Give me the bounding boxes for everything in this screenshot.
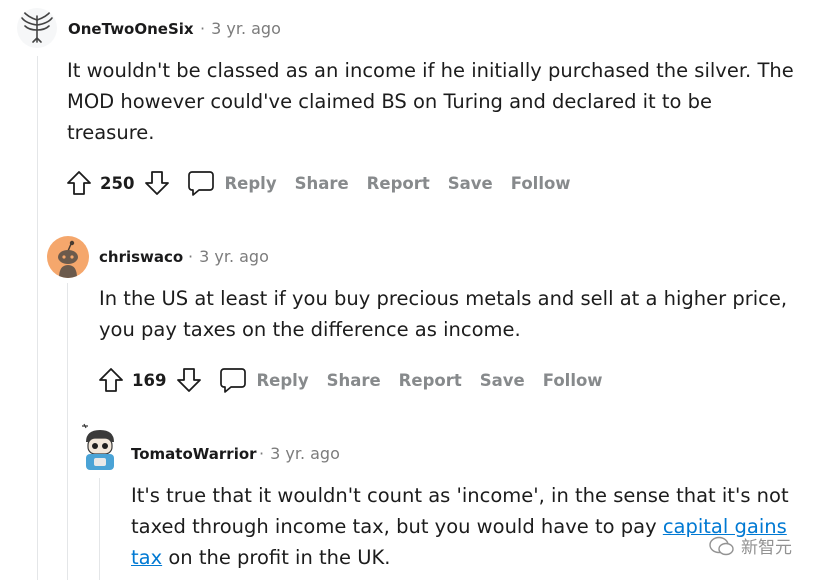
upvote-icon[interactable]	[96, 365, 126, 395]
comment-actions: 250 Reply Share Report Save Follow	[64, 166, 571, 200]
thread-line[interactable]	[99, 478, 100, 580]
report-button[interactable]: Report	[367, 174, 430, 193]
watermark: 新智元	[709, 533, 792, 558]
downvote-icon[interactable]	[174, 365, 204, 395]
follow-button[interactable]: Follow	[543, 371, 603, 390]
capital-gains-tax-link[interactable]: tax	[131, 546, 162, 569]
comment-body: It's true that it wouldn't count as 'inc…	[131, 484, 789, 569]
save-button[interactable]: Save	[480, 371, 525, 390]
report-button[interactable]: Report	[399, 371, 462, 390]
comment-timestamp[interactable]: 3 yr. ago	[199, 247, 269, 266]
comment-author[interactable]: TomatoWarrior	[131, 445, 257, 463]
comment-actions: 169 Reply Share Report Save Follow	[96, 363, 603, 397]
share-button[interactable]: Share	[295, 174, 349, 193]
save-button[interactable]: Save	[448, 174, 493, 193]
comment-timestamp[interactable]: 3 yr. ago	[211, 19, 281, 38]
comment-meta: · 3 yr. ago	[200, 19, 281, 38]
reply-button[interactable]: Reply	[256, 371, 308, 390]
thread-line[interactable]	[37, 56, 38, 580]
comment-bubble-icon[interactable]	[218, 365, 248, 395]
avatar[interactable]	[47, 236, 89, 278]
thread-line[interactable]	[67, 283, 68, 580]
wechat-icon	[709, 536, 734, 555]
comment-author[interactable]: chriswaco	[99, 248, 183, 266]
follow-button[interactable]: Follow	[511, 174, 571, 193]
share-button[interactable]: Share	[327, 371, 381, 390]
comment-meta: · 3 yr. ago	[188, 247, 269, 266]
downvote-icon[interactable]	[142, 168, 172, 198]
comment-body: In the US at least if you buy precious m…	[99, 287, 788, 341]
vote-count: 250	[100, 173, 135, 193]
comment-author[interactable]: OneTwoOneSix	[68, 20, 194, 38]
upvote-icon[interactable]	[64, 168, 94, 198]
comment-timestamp[interactable]: 3 yr. ago	[270, 444, 340, 463]
reply-button[interactable]: Reply	[224, 174, 276, 193]
comment-bubble-icon[interactable]	[186, 168, 216, 198]
comment-body: It wouldn't be classed as an income if h…	[67, 59, 794, 144]
vote-count: 169	[132, 370, 167, 390]
avatar[interactable]	[17, 8, 57, 48]
avatar[interactable]	[78, 420, 122, 472]
comment-meta: · 3 yr. ago	[259, 444, 340, 463]
